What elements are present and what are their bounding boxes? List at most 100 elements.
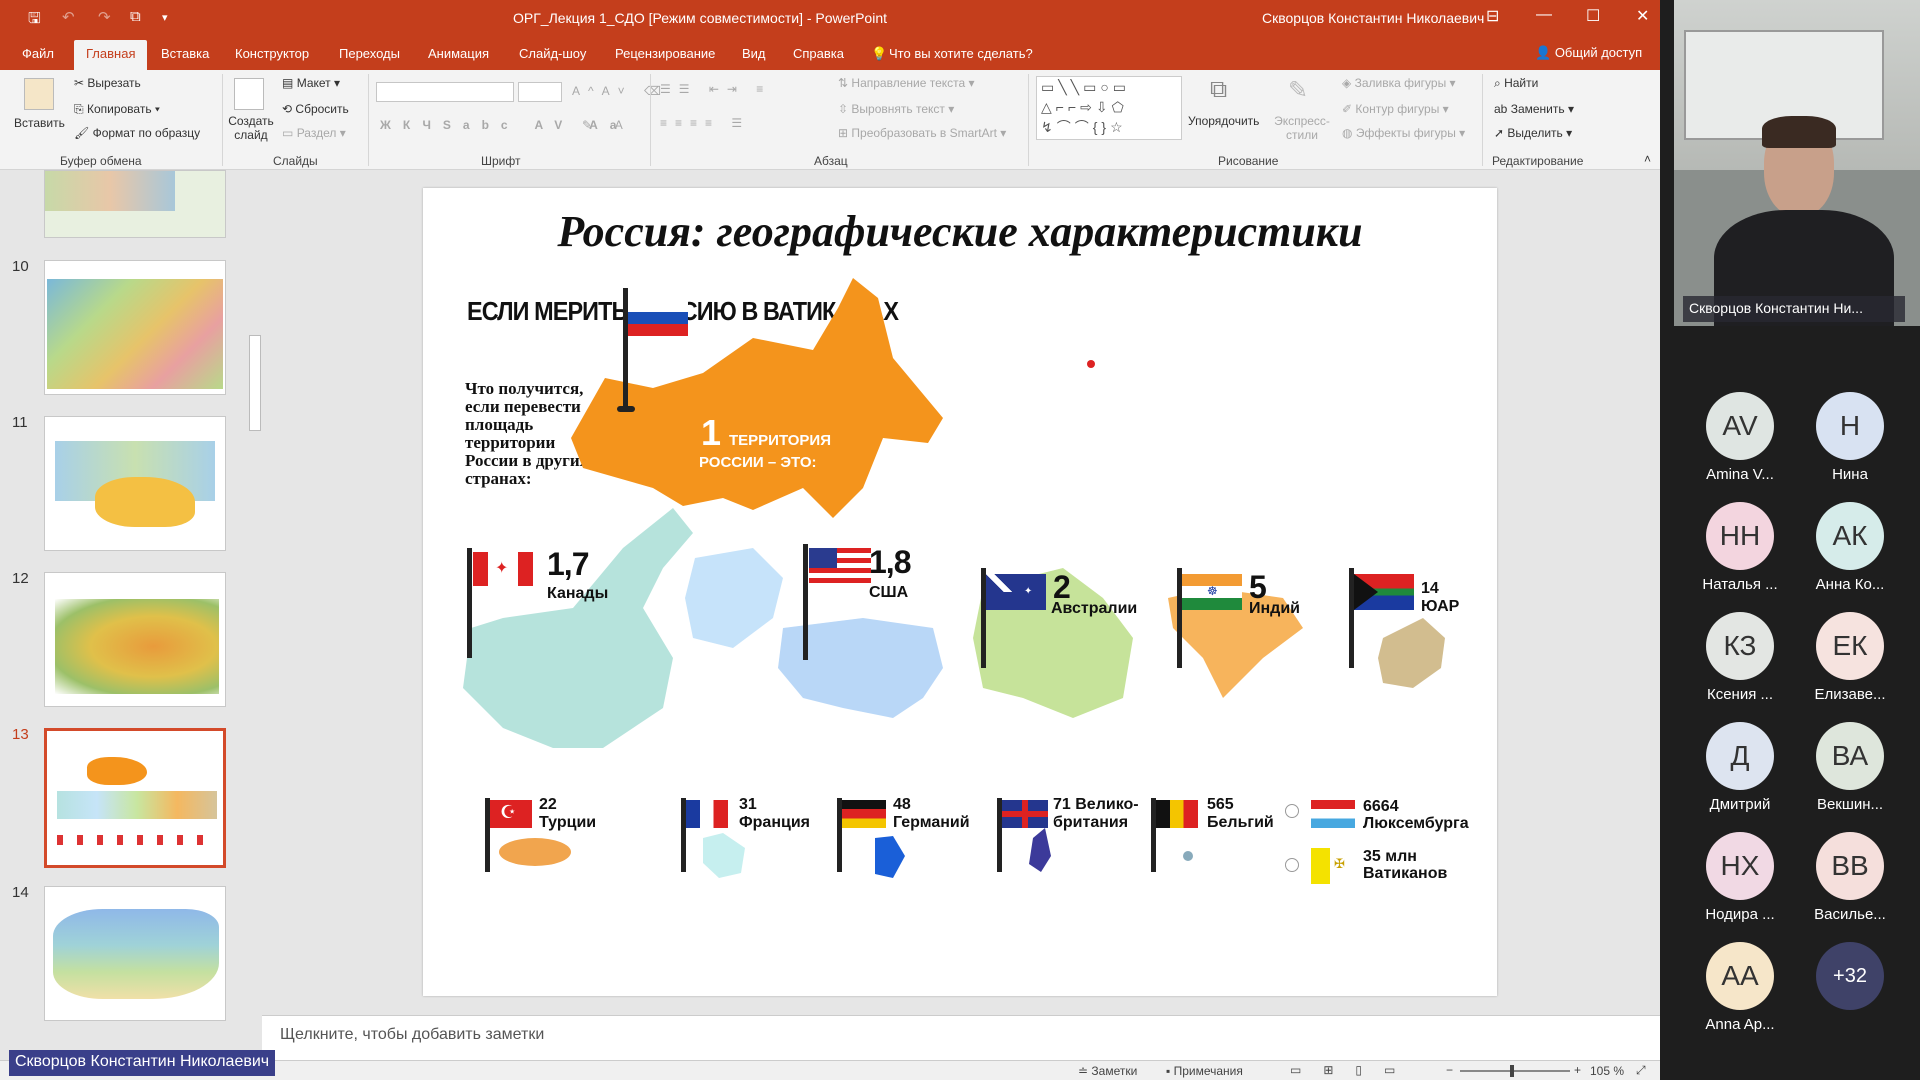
layout-button[interactable]: ▤ Макет ▾	[282, 76, 340, 90]
shape-outline-button[interactable]: ✐ Контур фигуры ▾	[1342, 102, 1449, 116]
magnifier-icon	[1285, 858, 1299, 872]
section-button[interactable]: ▭ Раздел ▾	[282, 126, 346, 140]
participant-name: Amina V...	[1706, 466, 1774, 483]
tab-insert[interactable]: Вставка	[161, 46, 209, 61]
quick-styles-icon[interactable]: ✎	[1288, 76, 1318, 108]
tell-me-search[interactable]: Что вы хотите сделать?	[889, 46, 1033, 61]
tab-design[interactable]: Конструктор	[235, 46, 309, 61]
select-label: Выделить	[1507, 126, 1563, 140]
participant-tile[interactable]: ВВ Василье...	[1795, 832, 1905, 923]
format-painter-label: Формат по образцу	[92, 126, 201, 140]
slide-number: 11	[12, 414, 28, 431]
more-participants-button[interactable]: +32	[1795, 942, 1905, 1010]
select-button[interactable]: ➚ Выделить ▾	[1494, 126, 1572, 140]
new-slide-icon[interactable]	[234, 78, 264, 110]
zoom-slider[interactable]	[1460, 1065, 1570, 1077]
collapse-ribbon-icon[interactable]: ˄	[1644, 152, 1651, 166]
cut-button[interactable]: ✂ Вырезать	[74, 76, 141, 90]
font-grow-shrink[interactable]: A^A˅ ⌫	[572, 84, 669, 98]
copy-button[interactable]: ⎘ Копировать ▾	[74, 102, 160, 117]
notes-toggle[interactable]: ≐ Заметки	[1078, 1064, 1137, 1078]
paint-bucket-icon: ◈	[1342, 76, 1352, 90]
fit-slide-icon[interactable]: ⤢	[1636, 1063, 1646, 1078]
participant-tile[interactable]: НН Наталья ...	[1685, 502, 1795, 593]
participant-tile[interactable]: Д Дмитрий	[1685, 722, 1795, 813]
font-name-box[interactable]	[376, 82, 514, 102]
uk-flag	[1002, 800, 1048, 828]
maximize-icon[interactable]: ☐	[1586, 6, 1600, 26]
shape-effects-button[interactable]: ◍ Эффекты фигуры ▾	[1342, 126, 1465, 140]
shapes-gallery[interactable]: ▭╲╲▭○▭ △⌐⌐⇨⇩⬠ ↯⌒⌒{}☆	[1036, 76, 1182, 140]
participant-tile[interactable]: Н Нина	[1795, 392, 1905, 483]
comments-toggle[interactable]: ▪ Примечания	[1166, 1064, 1243, 1078]
separator	[650, 74, 651, 166]
participant-tile[interactable]: КЗ Ксения ...	[1685, 612, 1795, 703]
slide-thumbnail-9[interactable]	[44, 170, 226, 238]
slide-canvas[interactable]: Россия: географические характеристики ЕС…	[423, 188, 1497, 996]
zoom-level[interactable]: 105 %	[1590, 1064, 1624, 1078]
copy-icon: ⎘	[74, 102, 84, 116]
slide-thumbnail-11[interactable]	[44, 416, 226, 551]
layout-icon: ▤	[282, 76, 294, 90]
south-africa-number: 14	[1421, 580, 1439, 597]
ribbon-display-icon[interactable]: ⊟	[1486, 6, 1499, 26]
tab-review[interactable]: Рецензирование	[615, 46, 715, 61]
tab-transitions[interactable]: Переходы	[339, 46, 400, 61]
paste-button[interactable]: Вставить	[14, 116, 65, 130]
replace-button[interactable]: ab Заменить ▾	[1494, 102, 1574, 116]
thumbnail-scrollbar[interactable]	[248, 170, 262, 1040]
tab-animations[interactable]: Анимация	[428, 46, 489, 61]
participant-tile[interactable]: АК Анна Ко...	[1795, 502, 1905, 593]
font-color-buttons[interactable]: ✎ A	[582, 118, 633, 132]
view-buttons[interactable]: ▭⊞▯▭	[1290, 1063, 1417, 1077]
format-painter-button[interactable]: 🖌 Формат по образцу	[74, 126, 200, 140]
participant-tile[interactable]: AV Amina V...	[1685, 392, 1795, 483]
alaska-map	[685, 548, 783, 648]
union-jack-mini	[986, 574, 1012, 592]
tab-slideshow[interactable]: Слайд-шоу	[519, 46, 586, 61]
align-text-button[interactable]: ⇳ Выровнять текст ▾	[838, 102, 954, 116]
list-buttons[interactable]: ☰☰ ⇤⇥ ≡	[660, 82, 771, 96]
tab-file[interactable]: Файл	[22, 46, 54, 61]
account-name[interactable]: Скворцов Константин Николаевич	[1262, 10, 1484, 26]
minimize-icon[interactable]: —	[1536, 6, 1552, 24]
tab-view[interactable]: Вид	[742, 46, 766, 61]
south-africa-map	[1378, 618, 1445, 688]
turkey-label: Турции	[539, 814, 597, 831]
zoom-out-icon[interactable]: −	[1446, 1063, 1453, 1077]
zoom-in-icon[interactable]: +	[1574, 1063, 1581, 1077]
align-buttons[interactable]: ≡≡≡≡ ☰	[660, 116, 750, 130]
slide-thumbnail-13-selected[interactable]	[44, 728, 226, 868]
belgium-label: Бельгий	[1207, 814, 1274, 831]
new-slide-button[interactable]: Создать слайд	[226, 114, 276, 142]
zoom-slider-thumb[interactable]	[1510, 1065, 1514, 1077]
title-bar: 🖫 ↶ ↷ ⧉ ▾ ОРГ_Лекция 1_СДО [Режим совмес…	[0, 0, 1660, 36]
close-icon[interactable]: ✕	[1636, 6, 1649, 26]
scrollbar-thumb[interactable]	[249, 335, 261, 431]
slide-thumbnail-12[interactable]	[44, 572, 226, 707]
arrange-icon[interactable]: ⧉	[1210, 76, 1240, 108]
find-button[interactable]: ⌕ Найти	[1494, 76, 1538, 91]
font-size-box[interactable]	[518, 82, 562, 102]
quick-styles-button[interactable]: Экспресс-стили	[1272, 114, 1332, 142]
notes-pane[interactable]: Щелкните, чтобы добавить заметки	[262, 1015, 1660, 1060]
text-direction-button[interactable]: ⇅ Направление текста ▾	[838, 76, 975, 90]
share-button[interactable]: 👤 Общий доступ	[1535, 45, 1642, 61]
reset-button[interactable]: ⟲ Сбросить	[282, 102, 349, 116]
avatar: АК	[1816, 502, 1884, 570]
notes-placeholder[interactable]: Щелкните, чтобы добавить заметки	[280, 1026, 544, 1044]
avatar: НХ	[1706, 832, 1774, 900]
participant-tile[interactable]: АА Anna Ap...	[1685, 942, 1795, 1033]
arrange-button[interactable]: Упорядочить	[1188, 114, 1259, 128]
tab-help[interactable]: Справка	[793, 46, 844, 61]
tab-home[interactable]: Главная	[74, 40, 148, 70]
paste-icon[interactable]	[24, 78, 54, 110]
participant-tile[interactable]: НХ Нодира ...	[1685, 832, 1795, 923]
slide-thumbnail-14[interactable]	[44, 886, 226, 1021]
usa-flag-canton	[809, 548, 837, 568]
participant-tile[interactable]: ВА Векшин...	[1795, 722, 1905, 813]
smartart-button[interactable]: ⊞ Преобразовать в SmartArt ▾	[838, 126, 1006, 140]
shape-fill-button[interactable]: ◈ Заливка фигуры ▾	[1342, 76, 1456, 90]
participant-tile[interactable]: ЕК Елизаве...	[1795, 612, 1905, 703]
slide-thumbnail-10[interactable]	[44, 260, 226, 395]
